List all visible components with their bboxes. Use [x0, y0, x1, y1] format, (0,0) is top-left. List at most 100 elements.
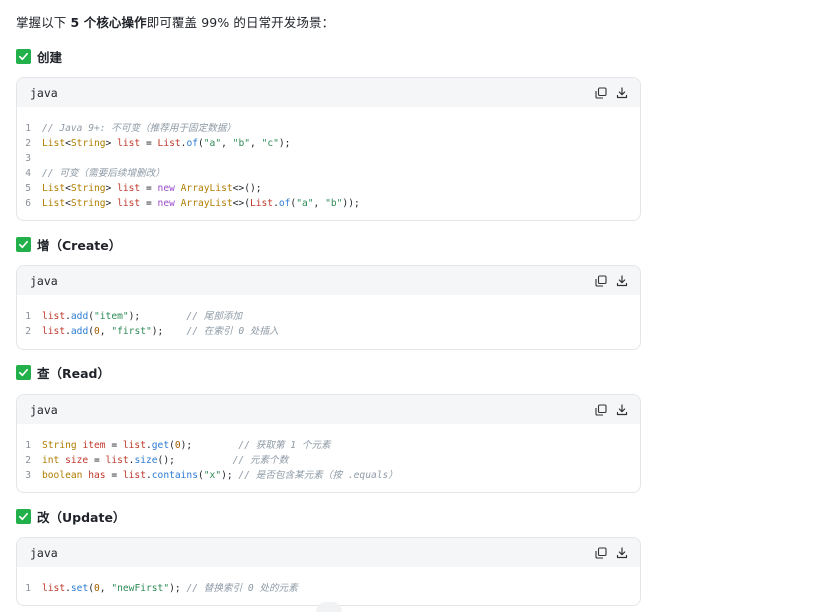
code-token: "b": [232, 138, 250, 149]
code-token: "item": [94, 311, 129, 322]
copy-icon[interactable]: [594, 546, 607, 559]
code-token: String: [70, 198, 106, 209]
section-heading-label: 查（Read）: [37, 366, 110, 381]
code-token: <>(: [232, 198, 250, 209]
code-line: 1 String item = list.get(0); // 获取第 1 个元素: [17, 438, 640, 453]
download-icon[interactable]: [615, 403, 628, 416]
line-number: 2: [25, 326, 31, 337]
code-language-label: java: [30, 402, 58, 417]
code-line: 2 list.add(0, "first"); // 在索引 0 处插入: [17, 324, 640, 339]
code-token: of: [186, 138, 198, 149]
code-token: List: [249, 198, 274, 209]
code-block-header: java: [17, 266, 640, 295]
code-token: "first": [111, 326, 152, 337]
code-token: set: [70, 583, 89, 594]
code-token: >: [105, 183, 118, 194]
code-body: 1 list.set(0, "newFirst"); // 替换索引 0 处的元素: [17, 567, 640, 605]
code-line: 3: [17, 151, 640, 166]
code-token: // 可变（需要后续增删改）: [42, 168, 165, 179]
scroll-to-bottom-button[interactable]: [316, 602, 342, 612]
code-token: // 获取第 1 个元素: [238, 440, 331, 451]
code-line: 1 list.set(0, "newFirst"); // 替换索引 0 处的元素: [17, 581, 640, 596]
code-token: list: [117, 138, 141, 149]
code-line: 2 int size = list.size(); // 元素个数: [17, 453, 640, 468]
check-box-icon: [16, 509, 31, 524]
code-token: // 替换索引 0 处的元素: [186, 583, 298, 594]
code-block-update: java 1 list.set(0, "newFirst"); // 替换索引 0…: [16, 537, 641, 606]
code-language-label: java: [30, 273, 58, 288]
code-token: boolean: [42, 470, 83, 481]
code-line: 1 // Java 9+: 不可变（推荐用于固定数据）: [17, 121, 640, 136]
code-line-text: // Java 9+: 不可变（推荐用于固定数据）: [42, 121, 236, 136]
code-block-header: java: [17, 395, 640, 424]
code-block-create-list: java 1 // Java 9+: 不可变（推荐用于固定数据） 2 List<Str…: [16, 77, 641, 221]
code-block-read: java 1 String item = list.get(0); // 获取第 …: [16, 394, 641, 493]
code-token: String: [70, 138, 106, 149]
code-token: list: [105, 455, 129, 466]
code-token: ,: [313, 198, 326, 209]
copy-icon[interactable]: [594, 86, 607, 99]
line-number: 1: [25, 311, 31, 322]
code-token: new: [157, 183, 175, 194]
code-token: "x": [203, 470, 222, 481]
line-number: 1: [25, 583, 31, 594]
section-heading-create-list: 创建: [16, 47, 62, 66]
code-token: ArrayList: [180, 198, 233, 209]
code-token: >: [105, 198, 118, 209]
code-token: list: [42, 583, 66, 594]
code-line: 4 // 可变（需要后续增删改）: [17, 166, 640, 181]
code-token: // 尾部添加: [186, 311, 243, 322]
code-token: add: [70, 311, 89, 322]
code-line: 5 List<String> list = new ArrayList<>();: [17, 181, 640, 196]
code-line-text: list.add("item"); // 尾部添加: [42, 309, 242, 324]
code-token: ,: [99, 583, 112, 594]
download-icon[interactable]: [615, 274, 628, 287]
code-token: List: [42, 138, 66, 149]
code-token: int: [42, 455, 60, 466]
line-number: 1: [25, 440, 31, 451]
code-token: >: [105, 138, 118, 149]
code-token: ,: [250, 138, 262, 149]
copy-icon[interactable]: [594, 274, 607, 287]
line-number: 5: [25, 183, 31, 194]
code-token: ();: [157, 455, 233, 466]
code-line-text: boolean has = list.contains("x"); // 是否包…: [42, 468, 398, 483]
code-token: String: [70, 183, 106, 194]
intro-bold: 5 个核心操作: [70, 15, 147, 30]
download-icon[interactable]: [615, 546, 628, 559]
code-token: contains: [151, 470, 198, 481]
code-token: ));: [342, 198, 360, 209]
code-token: list: [122, 440, 146, 451]
check-box-icon: [16, 49, 31, 64]
code-token: list: [117, 198, 141, 209]
code-line-text: String item = list.get(0); // 获取第 1 个元素: [42, 438, 331, 453]
line-number: 2: [25, 138, 31, 149]
code-line-text: int size = list.size(); // 元素个数: [42, 453, 288, 468]
section-heading-label: 改（Update）: [37, 510, 126, 525]
download-icon[interactable]: [615, 86, 628, 99]
code-body: 1 list.add("item"); // 尾部添加 2 list.add(0, "…: [17, 295, 640, 349]
code-token: List: [42, 183, 66, 194]
code-token: );: [180, 440, 239, 451]
copy-icon[interactable]: [594, 403, 607, 416]
code-token: list: [42, 326, 66, 337]
code-body: 1 String item = list.get(0); // 获取第 1 个元素…: [17, 424, 640, 492]
code-token: =: [88, 455, 106, 466]
code-line-text: List<String> list = new ArrayList<>(List…: [42, 196, 360, 211]
code-token: size: [65, 455, 89, 466]
code-token: ArrayList: [180, 183, 233, 194]
code-token: "a": [203, 138, 222, 149]
code-token: =: [140, 138, 158, 149]
code-token: has: [88, 470, 106, 481]
line-number: 4: [25, 168, 31, 179]
code-token: );: [221, 470, 239, 481]
code-line-text: List<String> list = new ArrayList<>();: [42, 181, 262, 196]
code-token: of: [278, 198, 291, 209]
section-heading-update: 改（Update）: [16, 507, 125, 526]
code-token: size: [134, 455, 158, 466]
code-token: =: [140, 198, 158, 209]
code-token: );: [128, 311, 187, 322]
code-token: // 是否包含某元素（按 .equals）: [238, 470, 398, 481]
code-token: "b": [325, 198, 343, 209]
code-token: =: [140, 183, 158, 194]
